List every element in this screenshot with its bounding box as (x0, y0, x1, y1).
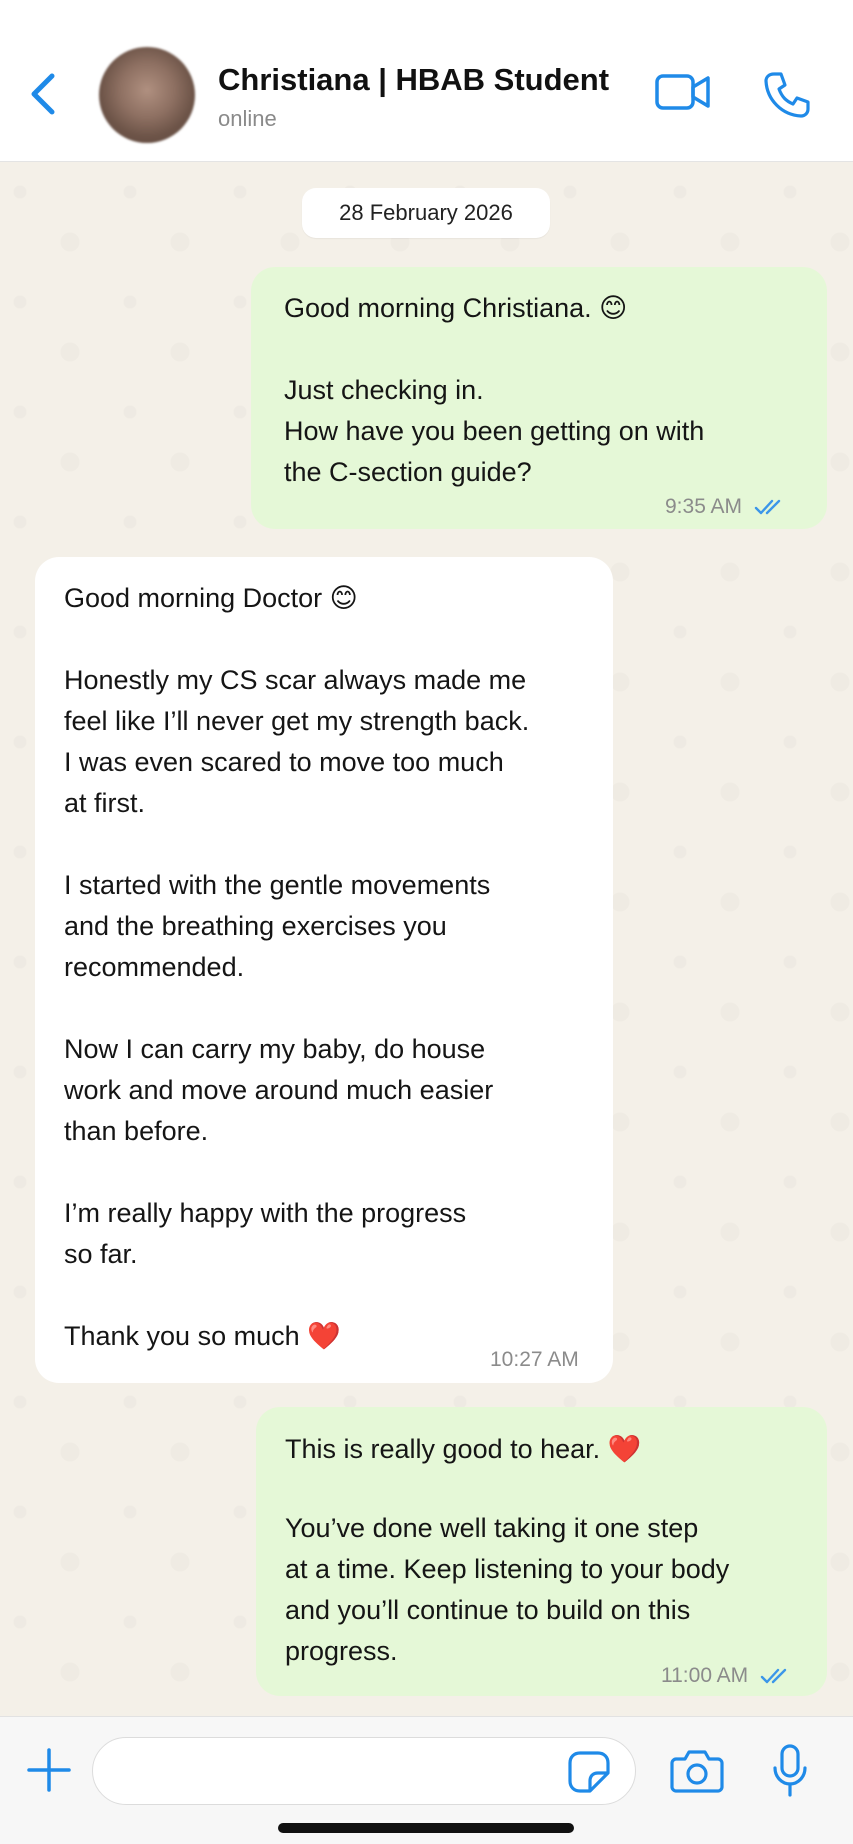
back-button[interactable] (24, 66, 64, 122)
message-line: at a time. Keep listening to your body (285, 1554, 730, 1584)
message-line: Good morning Doctor 😊 (64, 583, 358, 613)
message-line: feel like I’ll never get my strength bac… (64, 706, 530, 736)
message-time: 11:00 AM (661, 1664, 749, 1687)
message-line: so far. (64, 1239, 138, 1269)
message-line: Honestly my CS scar always made me (64, 665, 527, 695)
plus-icon (27, 1748, 71, 1792)
message-line: and you’ll continue to build on this (285, 1595, 691, 1625)
message-time: 10:27 AM (490, 1348, 579, 1371)
message-time: 9:35 AM (665, 495, 743, 518)
outgoing-message[interactable]: This is really good to hear. ❤️ You’ve d… (256, 1407, 827, 1696)
sticker-icon (568, 1751, 610, 1793)
message-line: I started with the gentle movements (64, 870, 491, 900)
double-check-read-icon (760, 1669, 787, 1684)
camera-button[interactable] (670, 1747, 724, 1795)
message-line: How have you been getting on with (284, 416, 705, 446)
message-meta: 10:27 AM (490, 1339, 579, 1380)
message-line: and the breathing exercises you (64, 911, 447, 941)
video-call-button[interactable] (654, 70, 712, 114)
message-input[interactable] (92, 1737, 636, 1805)
back-chevron-icon (31, 73, 55, 115)
microphone-icon (773, 1744, 807, 1797)
date-chip: 28 February 2026 (302, 188, 550, 238)
voice-call-button[interactable] (762, 70, 812, 120)
avatar[interactable] (99, 47, 195, 143)
outgoing-message[interactable]: Good morning Christiana. 😊 Just checking… (251, 267, 827, 529)
contact-name[interactable]: Christiana | HBAB Student (218, 62, 609, 98)
message-meta: 11:00 AM (661, 1655, 792, 1696)
message-line: You’ve done well taking it one step (285, 1513, 699, 1543)
contact-status: online (218, 106, 277, 131)
message-line: I was even scared to move too much (64, 747, 504, 777)
camera-icon (670, 1750, 724, 1793)
video-camera-icon (655, 74, 710, 110)
voice-message-button[interactable] (770, 1743, 810, 1799)
message-line: Now I can carry my baby, do house (64, 1034, 486, 1064)
double-check-read-icon (754, 500, 781, 515)
message-line: recommended. (64, 952, 245, 982)
message-meta: 9:35 AM (665, 486, 786, 527)
attach-button[interactable] (26, 1747, 72, 1793)
message-line: at first. (64, 788, 146, 818)
message-line: Just checking in. (284, 375, 484, 405)
message-line: This is really good to hear. ❤️ (285, 1434, 642, 1464)
phone-icon (764, 72, 810, 118)
message-line: than before. (64, 1116, 209, 1146)
incoming-message[interactable]: Good morning Doctor 😊 Honestly my CS sca… (35, 557, 613, 1383)
sticker-button[interactable] (566, 1749, 612, 1795)
message-line: Good morning Christiana. 😊 (284, 293, 628, 323)
chat-header: Christiana | HBAB Student online (0, 0, 853, 162)
message-line: work and move around much easier (64, 1075, 494, 1105)
message-line: I’m really happy with the progress (64, 1198, 467, 1228)
home-indicator (278, 1823, 574, 1833)
